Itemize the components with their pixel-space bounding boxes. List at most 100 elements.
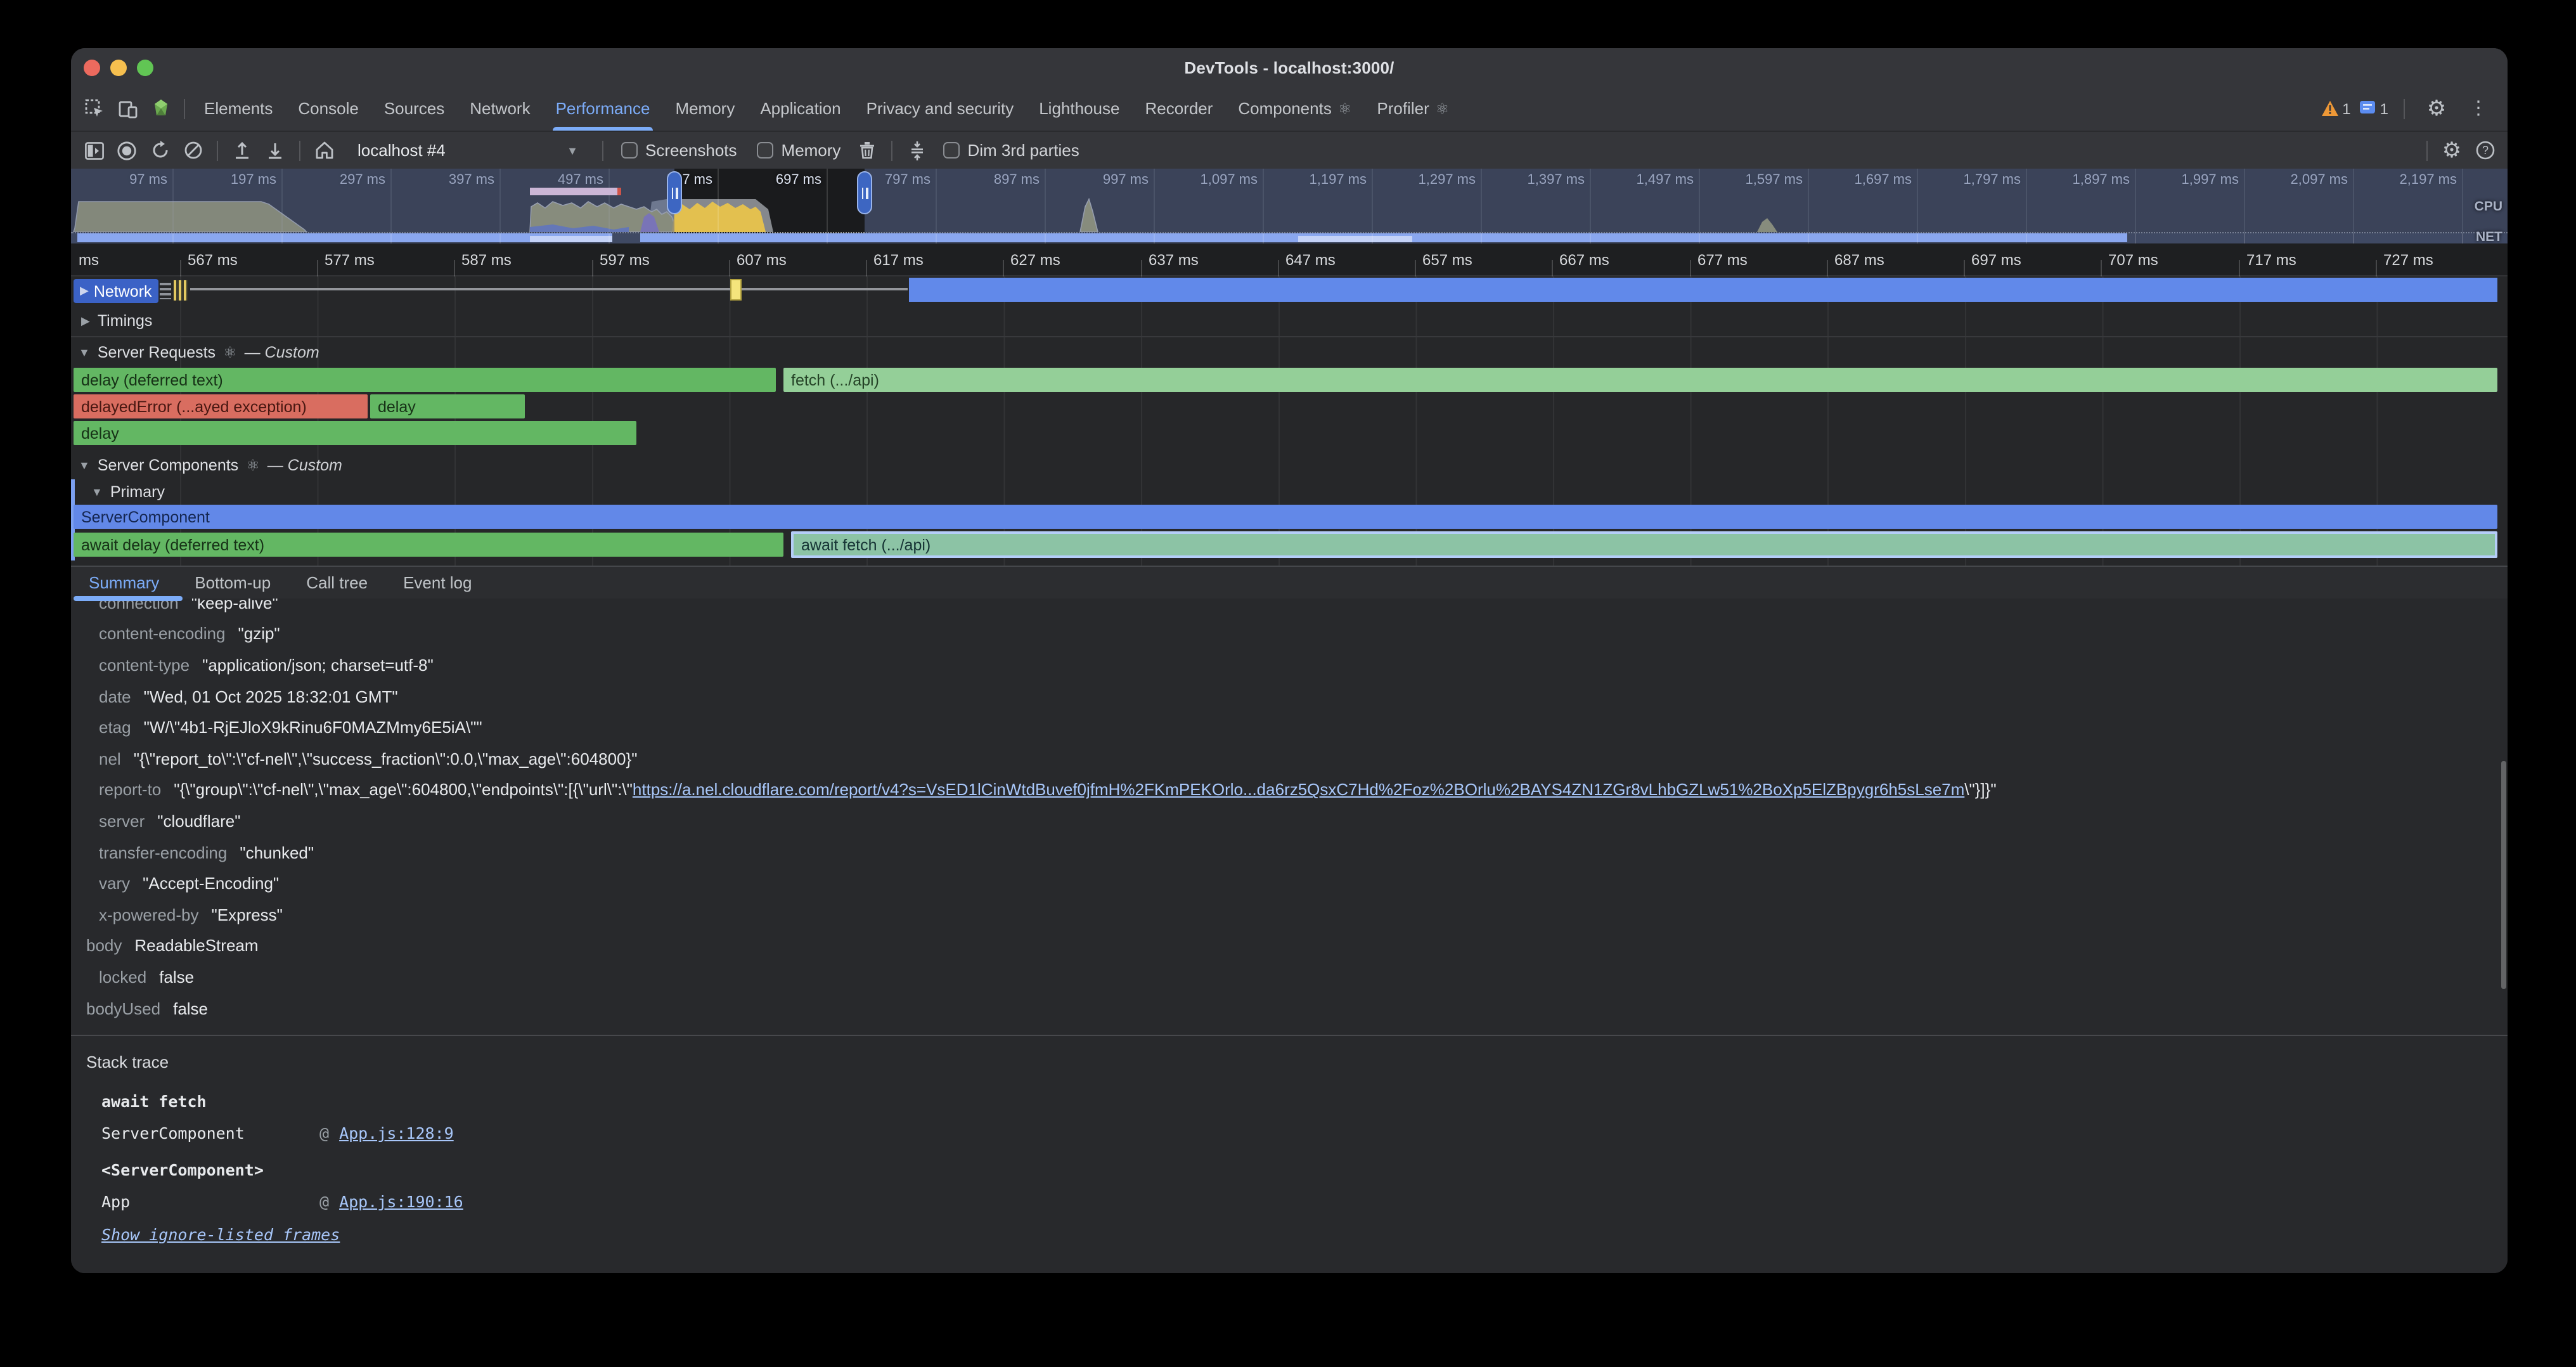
property-row: server"cloudflare" [86,805,2508,836]
home-icon[interactable] [309,135,340,165]
history-select[interactable]: localhost #4 ▼ [347,136,588,164]
timings-track[interactable]: ▶ Timings [71,306,2508,337]
tab-event-log[interactable]: Event log [403,573,472,592]
divider [602,140,603,160]
toggle-sidebar-icon[interactable] [79,135,109,165]
timings-track-header[interactable]: ▶ Timings [71,306,2508,330]
event-bar-server-component[interactable]: ServerComponent [74,505,2497,529]
network-request-bar[interactable] [909,278,2497,302]
settings-gear-icon[interactable]: ⚙ [2420,92,2453,125]
property-row: connection"keep-alive" [86,599,2508,618]
divider [217,140,218,160]
tab-summary[interactable]: Summary [89,573,159,592]
property-row: vary"Accept-Encoding" [86,868,2508,899]
details-tabbar: Summary Bottom-up Call tree Event log [71,566,2508,599]
network-track-header[interactable]: ▶ Network [74,279,158,303]
property-row: lockedfalse [86,961,2508,992]
tab-call-tree[interactable]: Call tree [306,573,368,592]
network-request-marker[interactable] [730,279,742,301]
issues-badge[interactable]: 1 [2360,100,2388,117]
tab-sources[interactable]: Sources [371,86,457,131]
flamechart-tracks[interactable]: ▶ Network ▶ Timings ▼ Server Requests ⚛ … [71,276,2508,566]
checkbox-box [757,142,774,159]
server-components-header[interactable]: ▼ Server Components ⚛ — Custom [71,451,2508,479]
event-bar-delay-3[interactable]: delay [74,421,636,445]
react-atom-icon: ⚛ [1338,100,1352,117]
tab-privacy-and-security[interactable]: Privacy and security [854,86,1027,131]
primary-group-header[interactable]: ▼ Primary [75,479,2508,502]
tab-profiler[interactable]: Profiler⚛ [1364,86,1462,131]
tab-elements[interactable]: Elements [191,86,285,131]
selection-handle-left[interactable] [667,171,682,214]
capture-settings-gear-icon[interactable]: ⚙ [2437,135,2467,165]
event-bar-fetch-api[interactable]: fetch (.../api) [783,368,2497,392]
property-row: etag"W/\"4b1-RjEJloX9kRinu6F0MAZMmy6E5iA… [86,712,2508,743]
event-bar-delay-2[interactable]: delay [370,394,525,418]
event-bar-delayed-error[interactable]: delayedError (...ayed exception) [74,394,368,418]
drag-handle-icon[interactable] [160,283,171,299]
reload-and-record-icon[interactable] [145,135,175,165]
titlebar: DevTools - localhost:3000/ [71,48,2508,86]
extension-icon[interactable] [145,92,177,125]
tab-recorder[interactable]: Recorder [1132,86,1225,131]
event-bar-await-fetch-selected[interactable]: await fetch (.../api) [791,531,2497,558]
collapse-sections-icon[interactable] [901,135,932,165]
svg-text:?: ? [2482,144,2488,157]
report-to-url-link[interactable]: https://a.nel.cloudflare.com/report/v4?s… [633,781,1964,800]
divider [184,98,185,119]
stack-frame: App @ App.js:190:16 [101,1186,2508,1218]
overview-dim-right [865,169,2508,233]
event-bar-await-delay[interactable]: await delay (deferred text) [74,533,783,557]
source-location-link[interactable]: App.js:190:16 [339,1193,463,1212]
property-row: bodyReadableStream [86,930,2508,961]
tab-network[interactable]: Network [457,86,543,131]
selection-handle-right[interactable] [857,171,872,214]
divider [299,140,300,160]
main-tabbar: Elements Console Sources Network Perform… [71,86,2508,131]
event-bar-delay-deferred[interactable]: delay (deferred text) [74,368,776,392]
show-ignore-listed-frames-link[interactable]: Show ignore-listed frames [101,1224,340,1243]
tab-performance[interactable]: Performance [543,86,663,131]
clear-icon[interactable] [177,135,208,165]
save-profile-icon[interactable] [260,135,290,165]
stack-frame: ServerComponent @ App.js:128:9 [101,1117,2508,1150]
tab-components[interactable]: Components⚛ [1225,86,1364,131]
property-row: content-type"application/json; charset=u… [86,649,2508,680]
divider [2426,140,2428,160]
screenshot-strip [530,188,621,195]
stack-frame-await-fetch: await fetch [101,1085,2508,1117]
checkbox-box [943,142,960,159]
summary-pane[interactable]: connection"keep-alive" content-encoding"… [71,599,2508,1273]
divider [2404,98,2405,119]
property-row-report-to: report-to "{\"group\":\"cf-nel\",\"max_a… [86,774,2508,805]
device-toolbar-icon[interactable] [112,92,145,125]
tab-lighthouse[interactable]: Lighthouse [1026,86,1132,131]
stack-trace-title: Stack trace [86,1053,2508,1072]
disclosure-triangle-icon: ▶ [81,314,90,328]
tab-console[interactable]: Console [285,86,371,131]
tab-application[interactable]: Application [747,86,853,131]
load-profile-icon[interactable] [227,135,257,165]
divider [891,140,892,160]
kebab-menu-icon[interactable]: ⋮ [2462,92,2495,125]
inspect-element-icon[interactable] [79,92,112,125]
network-track[interactable]: ▶ Network [71,276,2508,306]
warnings-badge[interactable]: 1 [2321,100,2350,117]
source-location-link[interactable]: App.js:128:9 [339,1124,454,1143]
dim-3rd-parties-checkbox[interactable]: Dim 3rd parties [934,141,1088,160]
react-atom-icon: ⚛ [246,457,260,474]
issues-icon [2360,100,2376,117]
react-atom-icon: ⚛ [223,344,237,361]
tab-bottom-up[interactable]: Bottom-up [195,573,271,592]
help-icon[interactable]: ? [2470,135,2500,165]
screenshots-checkbox[interactable]: Screenshots [612,141,746,160]
timeline-overview[interactable]: 97 ms 197 ms 297 ms 397 ms 497 ms 597 ms… [71,169,2508,243]
scrollbar-thumb[interactable] [2501,761,2506,989]
record-icon[interactable] [112,135,142,165]
net-bar [640,233,2127,242]
property-row: nel"{\"report_to\":\"cf-nel\",\"success_… [86,743,2508,774]
server-requests-header[interactable]: ▼ Server Requests ⚛ — Custom [71,337,2508,368]
tab-memory[interactable]: Memory [662,86,747,131]
collect-garbage-icon[interactable] [852,135,882,165]
memory-checkbox[interactable]: Memory [749,141,850,160]
